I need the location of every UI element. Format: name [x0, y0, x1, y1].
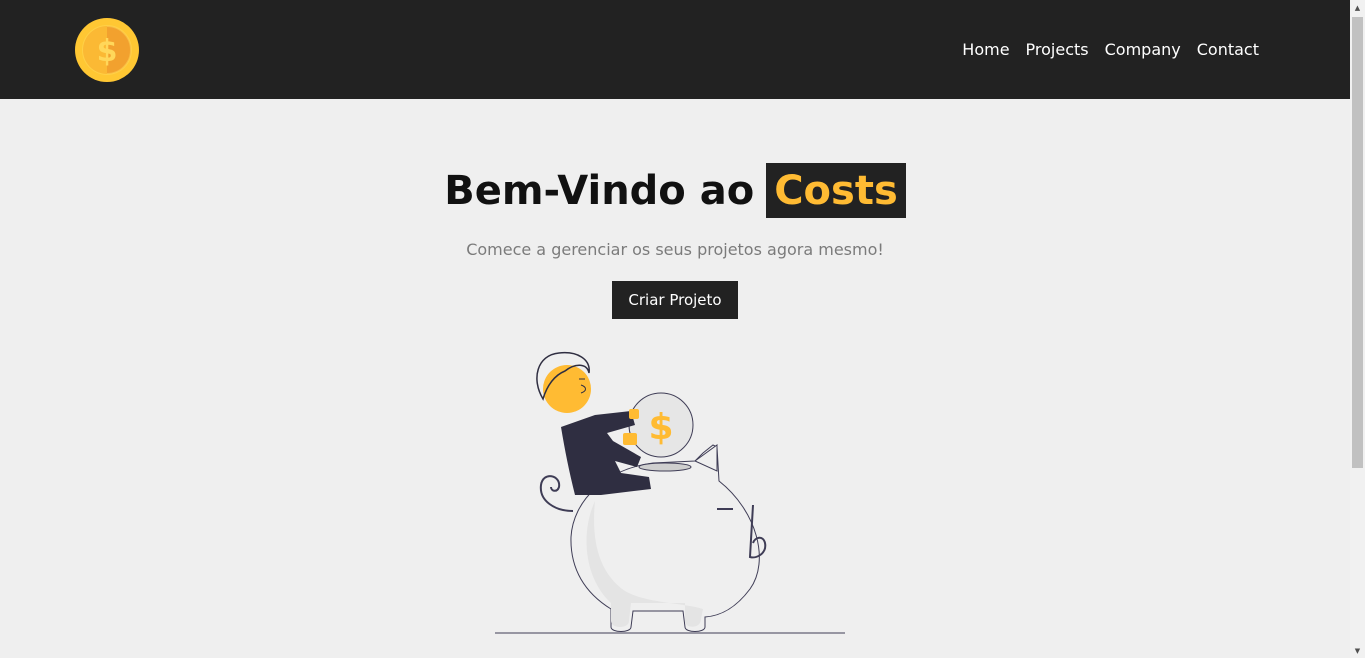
piggy-bank-illustration: $ [495, 351, 845, 634]
svg-text:$: $ [648, 407, 673, 448]
scroll-up-icon[interactable]: ▲ [1350, 0, 1365, 15]
coin-logo-icon[interactable]: $ [75, 17, 139, 82]
nav-link-company[interactable]: Company [1105, 40, 1181, 59]
scroll-down-icon[interactable]: ▼ [1350, 643, 1365, 658]
nav-menu: Home Projects Company Contact [962, 40, 1259, 59]
create-project-button[interactable]: Criar Projeto [612, 281, 738, 319]
brand-name-highlight: Costs [766, 163, 906, 218]
svg-text:$: $ [97, 34, 118, 69]
nav-link-projects[interactable]: Projects [1026, 40, 1089, 59]
home-section: Bem-Vindo ao Costs Comece a gerenciar os… [0, 99, 1350, 658]
nav-link-home[interactable]: Home [962, 40, 1009, 59]
scrollbar-thumb[interactable] [1352, 17, 1363, 468]
hero-title-prefix: Bem-Vindo ao [444, 167, 755, 214]
hero-subtitle: Comece a gerenciar os seus projetos agor… [466, 240, 884, 259]
vertical-scrollbar[interactable]: ▲ ▼ [1350, 0, 1365, 658]
nav-link-contact[interactable]: Contact [1197, 40, 1259, 59]
navbar: $ Home Projects Company Contact [0, 0, 1350, 99]
hero-title: Bem-Vindo ao Costs [444, 163, 906, 218]
